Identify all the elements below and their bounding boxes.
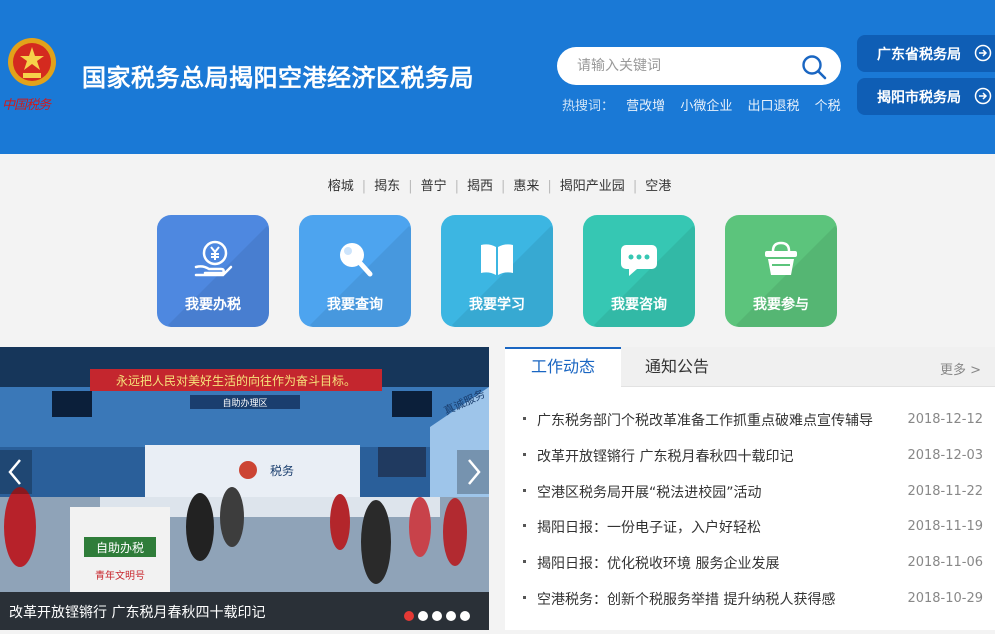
carousel-dot[interactable] xyxy=(460,611,470,621)
carousel-dot[interactable] xyxy=(432,611,442,621)
search-input[interactable] xyxy=(577,47,797,85)
service-tile-label: 我要查询 xyxy=(327,297,383,313)
carousel-dot[interactable] xyxy=(418,611,428,621)
photo-desk-brand: 青年文明号 xyxy=(95,569,145,582)
city-link-airport[interactable]: 空港 xyxy=(637,179,679,194)
carousel-caption[interactable]: 改革开放铿锵行 广东税月春秋四十载印记 xyxy=(9,602,265,622)
hot-word-link[interactable]: 个税 xyxy=(815,99,841,114)
carousel-dots xyxy=(404,606,474,625)
book-icon xyxy=(481,244,513,275)
side-button-label: 揭阳市税务局 xyxy=(877,90,961,106)
bullet xyxy=(523,560,526,564)
carousel-photo: 永远把人民对美好生活的向往作为奋斗目标。 自助办理区 税务 真诚服务 自助办税 … xyxy=(0,347,489,630)
hot-search-label: 热搜词： xyxy=(562,99,615,114)
city-link-puning[interactable]: 普宁 xyxy=(413,179,455,194)
news-item[interactable]: 揭阳日报：一份电子证，入户好轻松 2018-11-19 xyxy=(523,517,987,553)
tax-emblem-icon xyxy=(8,38,56,86)
chevron-left-icon xyxy=(8,459,21,485)
magnifier-icon xyxy=(340,243,373,277)
news-title: 揭阳日报：一份电子证，入户好轻松 xyxy=(537,520,761,537)
news-date: 2018-10-29 xyxy=(907,590,983,606)
news-item[interactable]: 空港区税务局开展“税法进校园”活动 2018-11-22 xyxy=(523,482,987,518)
nav-divider: | xyxy=(408,179,413,194)
chevron-right-icon xyxy=(468,459,481,485)
news-title: 改革开放铿锵行 广东税月春秋四十载印记 xyxy=(537,448,794,465)
news-date: 2018-11-22 xyxy=(907,483,983,499)
hot-word-link[interactable]: 小微企业 xyxy=(680,99,732,114)
city-nav: 榕城 | 揭东 | 普宁 | 揭西 | 惠来 | 揭阳产业园 | 空港 xyxy=(0,175,995,194)
news-title: 揭阳日报：优化税收环境 服务企业发展 xyxy=(537,556,780,573)
carousel-dot[interactable] xyxy=(404,611,414,621)
guangdong-tax-bureau-link[interactable]: 广东省税务局 xyxy=(857,35,995,72)
news-list: 广东税务部门个税改革准备工作抓重点破难点宣传辅导 2018-12-12 改革开放铿… xyxy=(523,410,987,625)
news-item[interactable]: 空港税务：创新个税服务举措 提升纳税人获得感 2018-10-29 xyxy=(523,589,987,625)
photo-sign-area: 自助办理区 xyxy=(222,397,267,409)
carousel-prev-button[interactable] xyxy=(0,450,32,494)
hot-word-link[interactable]: 营改增 xyxy=(626,99,665,114)
news-title: 空港税务：创新个税服务举措 提升纳税人获得感 xyxy=(537,591,836,608)
news-title: 空港区税务局开展“税法进校园”活动 xyxy=(537,484,762,501)
tab-notices[interactable]: 通知公告 xyxy=(621,347,733,387)
news-item[interactable]: 改革开放铿锵行 广东税月春秋四十载印记 2018-12-03 xyxy=(523,446,987,482)
service-tile-label: 我要学习 xyxy=(469,297,525,313)
service-tile-participate[interactable]: 我要参与 xyxy=(725,215,837,327)
news-date: 2018-11-06 xyxy=(907,555,983,571)
hot-word-link[interactable]: 出口退税 xyxy=(747,99,799,114)
hot-search-words: 热搜词： 营改增 小微企业 出口退税 个税 xyxy=(562,95,852,114)
photo-banner-text: 永远把人民对美好生活的向往作为奋斗目标。 xyxy=(116,373,356,388)
news-item[interactable]: 揭阳日报：优化税收环境 服务企业发展 2018-11-06 xyxy=(523,553,987,589)
search-box xyxy=(557,47,841,85)
service-tile-learning[interactable]: 我要学习 xyxy=(441,215,553,327)
chat-bubble-icon xyxy=(621,245,657,276)
news-date: 2018-12-03 xyxy=(907,447,983,463)
bullet xyxy=(523,452,526,456)
service-tile-label: 我要办税 xyxy=(185,297,241,313)
news-date: 2018-12-12 xyxy=(907,412,983,427)
city-link-jiexi[interactable]: 揭西 xyxy=(459,179,501,194)
news-carousel[interactable]: 永远把人民对美好生活的向往作为奋斗目标。 自助办理区 税务 真诚服务 自助办税 … xyxy=(0,347,489,630)
bullet xyxy=(523,417,526,420)
service-tile-label: 我要咨询 xyxy=(611,297,667,313)
arrow-right-circle-icon xyxy=(974,44,992,62)
bullet xyxy=(523,524,526,528)
emblem-caption: 中国税务 xyxy=(2,98,51,113)
yuan-hand-icon xyxy=(194,240,233,277)
service-tile-label: 我要参与 xyxy=(753,297,809,313)
carousel-caption-bar: 改革开放铿锵行 广东税月春秋四十载印记 xyxy=(0,592,489,630)
bullet xyxy=(523,488,526,492)
city-link-industrial-park[interactable]: 揭阳产业园 xyxy=(552,179,633,194)
jieyang-tax-bureau-link[interactable]: 揭阳市税务局 xyxy=(857,78,995,115)
search-icon[interactable] xyxy=(801,54,827,80)
site-header: 中国税务 国家税务总局揭阳空港经济区税务局 热搜词： 营改增 小微企业 出口退税… xyxy=(0,0,995,154)
city-link-rongcheng[interactable]: 榕城 xyxy=(320,179,362,194)
news-title: 广东税务部门个税改革准备工作抓重点破难点宣传辅导 xyxy=(537,413,873,429)
site-title: 国家税务总局揭阳空港经济区税务局 xyxy=(82,64,474,92)
arrow-right-circle-icon xyxy=(974,87,992,105)
photo-sign-tax: 税务 xyxy=(270,463,294,478)
news-date: 2018-11-19 xyxy=(907,519,983,535)
news-panel: 工作动态 通知公告 更多 > 广东税务部门个税改革准备工作抓重点破难点宣传辅导 2… xyxy=(505,347,995,630)
service-tile-tax-filing[interactable]: 我要办税 xyxy=(157,215,269,327)
city-link-huilai[interactable]: 惠来 xyxy=(505,179,547,194)
tab-work-news[interactable]: 工作动态 xyxy=(505,347,621,388)
more-link[interactable]: 更多 > xyxy=(940,359,981,378)
service-tile-consult[interactable]: 我要咨询 xyxy=(583,215,695,327)
carousel-next-button[interactable] xyxy=(457,450,489,494)
bullet xyxy=(523,595,526,599)
news-tabs: 工作动态 通知公告 更多 > xyxy=(505,347,995,388)
basket-icon xyxy=(765,241,797,275)
news-item[interactable]: 广东税务部门个税改革准备工作抓重点破难点宣传辅导 2018-12-12 xyxy=(523,410,987,446)
photo-desk-label: 自助办税 xyxy=(96,540,144,555)
service-tile-query[interactable]: 我要查询 xyxy=(299,215,411,327)
carousel-dot[interactable] xyxy=(446,611,456,621)
side-button-label: 广东省税务局 xyxy=(877,47,961,63)
city-link-jiedong[interactable]: 揭东 xyxy=(366,179,408,194)
